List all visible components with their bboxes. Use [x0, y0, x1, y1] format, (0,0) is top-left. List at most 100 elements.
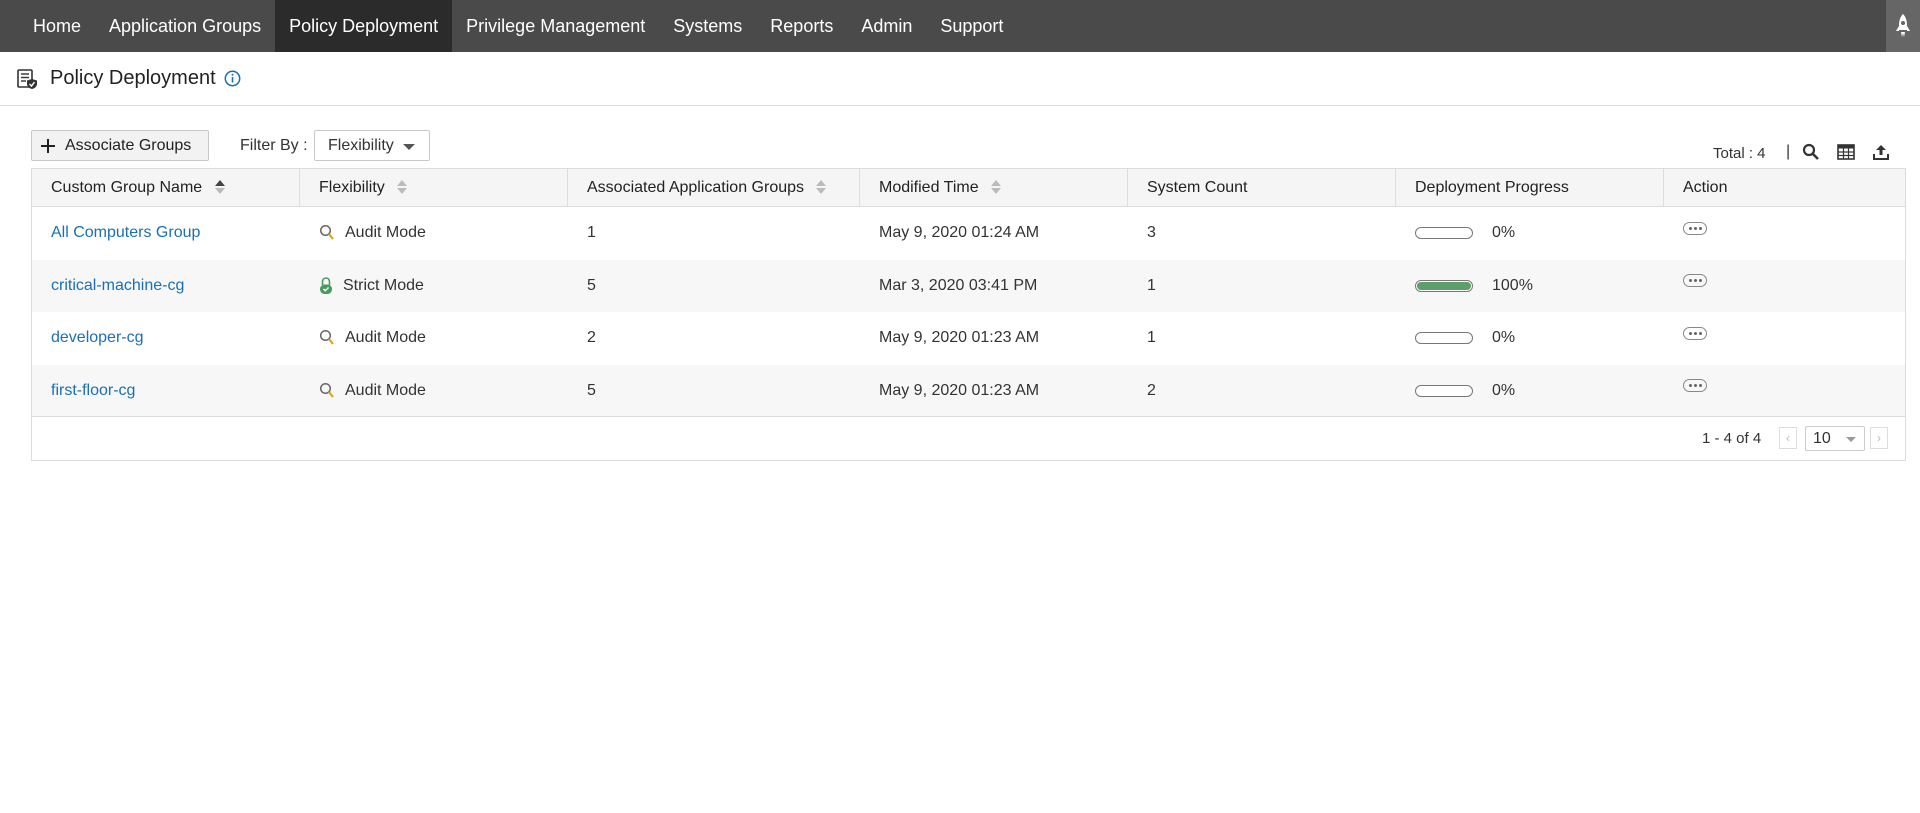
next-page-button[interactable]: ›	[1870, 427, 1888, 449]
progress-bar	[1415, 384, 1473, 397]
col-deployment-progress-label: Deployment Progress	[1415, 179, 1569, 196]
filter-by-select[interactable]: Flexibility	[314, 130, 430, 161]
col-associated-application-groups[interactable]: Associated Application Groups	[568, 169, 860, 206]
plus-icon	[41, 138, 55, 153]
table-row: All Computers Group Audit Mode 1 May 9, 202…	[32, 207, 1905, 260]
associate-groups-button[interactable]: Associate Groups	[31, 130, 209, 161]
cell-group-name: developer-cg	[32, 312, 144, 365]
progress-bar	[1415, 332, 1473, 345]
modified-time-value: May 9, 2020 01:24 AM	[879, 224, 1040, 242]
more-actions-button[interactable]	[1683, 326, 1707, 340]
progress-label: 0%	[1492, 224, 1516, 242]
sort-icon	[991, 178, 1002, 196]
flexibility-value: Audit Mode	[345, 329, 426, 347]
search-icon	[319, 382, 335, 400]
cell-flexibility: Audit Mode	[300, 207, 426, 260]
col-system-count: System Count	[1128, 169, 1396, 206]
pagination-range: 1 - 4 of 4	[1702, 430, 1762, 447]
progress-bar-fill	[1417, 281, 1471, 290]
modified-time-value: May 9, 2020 01:23 AM	[879, 329, 1040, 347]
col-associated-application-groups-label: Associated Application Groups	[587, 179, 805, 196]
col-system-count-label: System Count	[1147, 179, 1248, 196]
cell-modified-time: May 9, 2020 01:23 AM	[860, 312, 1039, 365]
flexibility-value: Strict Mode	[343, 276, 424, 294]
cell-action	[1664, 312, 1707, 365]
chevron-down-icon	[403, 144, 415, 150]
chevron-down-icon	[1846, 437, 1856, 442]
col-custom-group-name[interactable]: Custom Group Name	[32, 169, 300, 206]
info-icon[interactable]	[224, 70, 241, 87]
more-actions-button[interactable]	[1683, 274, 1707, 288]
nav-reports[interactable]: Reports	[756, 0, 847, 52]
chevron-right-icon: ›	[1877, 431, 1881, 445]
cell-action	[1664, 260, 1707, 313]
more-actions-button[interactable]	[1683, 221, 1707, 235]
cell-modified-time: Mar 3, 2020 03:41 PM	[860, 260, 1037, 313]
chevron-left-icon: ‹	[1786, 431, 1790, 445]
system-count-value: 1	[1147, 276, 1156, 294]
modified-time-value: Mar 3, 2020 03:41 PM	[879, 276, 1038, 294]
table-columns-icon	[1837, 144, 1855, 160]
filter-by-value: Flexibility	[328, 136, 394, 154]
prev-page-button[interactable]: ‹	[1779, 427, 1797, 449]
cell-system-count: 1	[1128, 260, 1156, 313]
cell-associated-groups: 1	[568, 207, 596, 260]
cell-deployment-progress: 100%	[1396, 260, 1533, 313]
page-size-value: 10	[1813, 430, 1831, 447]
group-name-link[interactable]: developer-cg	[51, 329, 144, 347]
table-footer: 1 - 4 of 4 ‹ 10 ›	[32, 416, 1905, 460]
quick-launch-button[interactable]	[1886, 0, 1920, 52]
nav-admin[interactable]: Admin	[847, 0, 926, 52]
column-chooser-button[interactable]	[1835, 141, 1857, 163]
search-icon	[319, 224, 335, 242]
cell-group-name: All Computers Group	[32, 207, 200, 260]
nav-home[interactable]: Home	[19, 0, 95, 52]
policy-document-icon	[17, 68, 37, 89]
cell-associated-groups: 2	[568, 312, 596, 365]
col-flexibility[interactable]: Flexibility	[300, 169, 568, 206]
group-name-link[interactable]: critical-machine-cg	[51, 277, 184, 295]
cell-associated-groups: 5	[568, 365, 596, 418]
progress-label: 100%	[1492, 276, 1533, 294]
nav-policy-deployment[interactable]: Policy Deployment	[275, 0, 453, 52]
cell-flexibility: Audit Mode	[300, 312, 426, 365]
page-title: Policy Deployment	[50, 67, 216, 89]
col-flexibility-label: Flexibility	[319, 179, 385, 196]
flexibility-value: Audit Mode	[345, 224, 426, 242]
toolbar-separator: |	[1786, 143, 1791, 160]
associate-groups-label: Associate Groups	[65, 136, 192, 154]
progress-label: 0%	[1492, 381, 1516, 399]
cell-flexibility: Audit Mode	[300, 365, 426, 418]
col-modified-time[interactable]: Modified Time	[860, 169, 1128, 206]
cell-action	[1664, 365, 1707, 418]
page-size-select[interactable]: 10	[1805, 426, 1865, 451]
cell-action	[1664, 207, 1707, 260]
policy-deployment-table: Custom Group Name Flexibility Associated…	[31, 168, 1906, 461]
associated-groups-value: 2	[587, 329, 596, 347]
cell-associated-groups: 5	[568, 260, 596, 313]
group-name-link[interactable]: All Computers Group	[51, 224, 200, 242]
nav-application-groups[interactable]: Application Groups	[95, 0, 275, 52]
cell-modified-time: May 9, 2020 01:23 AM	[860, 365, 1039, 418]
cell-system-count: 3	[1128, 207, 1156, 260]
group-name-link[interactable]: first-floor-cg	[51, 382, 135, 400]
export-upload-icon	[1873, 145, 1889, 160]
nav-privilege-management[interactable]: Privilege Management	[452, 0, 659, 52]
page-header: Policy Deployment	[0, 52, 1920, 106]
cell-flexibility: Strict Mode	[300, 260, 424, 313]
cell-deployment-progress: 0%	[1396, 312, 1515, 365]
export-button[interactable]	[1870, 141, 1892, 163]
nav-support[interactable]: Support	[926, 0, 1017, 52]
col-action: Action	[1664, 169, 1905, 206]
associated-groups-value: 5	[587, 276, 596, 294]
cell-group-name: first-floor-cg	[32, 365, 135, 418]
more-actions-button[interactable]	[1683, 379, 1707, 393]
nav-systems[interactable]: Systems	[659, 0, 756, 52]
progress-label: 0%	[1492, 329, 1516, 347]
table-row: critical-machine-cg Strict Mode 5 Mar 3, 20…	[32, 259, 1905, 313]
rocket-icon	[1896, 14, 1910, 37]
system-count-value: 1	[1147, 329, 1156, 347]
search-button[interactable]	[1800, 141, 1822, 163]
system-count-value: 2	[1147, 381, 1156, 399]
associated-groups-value: 5	[587, 381, 596, 399]
